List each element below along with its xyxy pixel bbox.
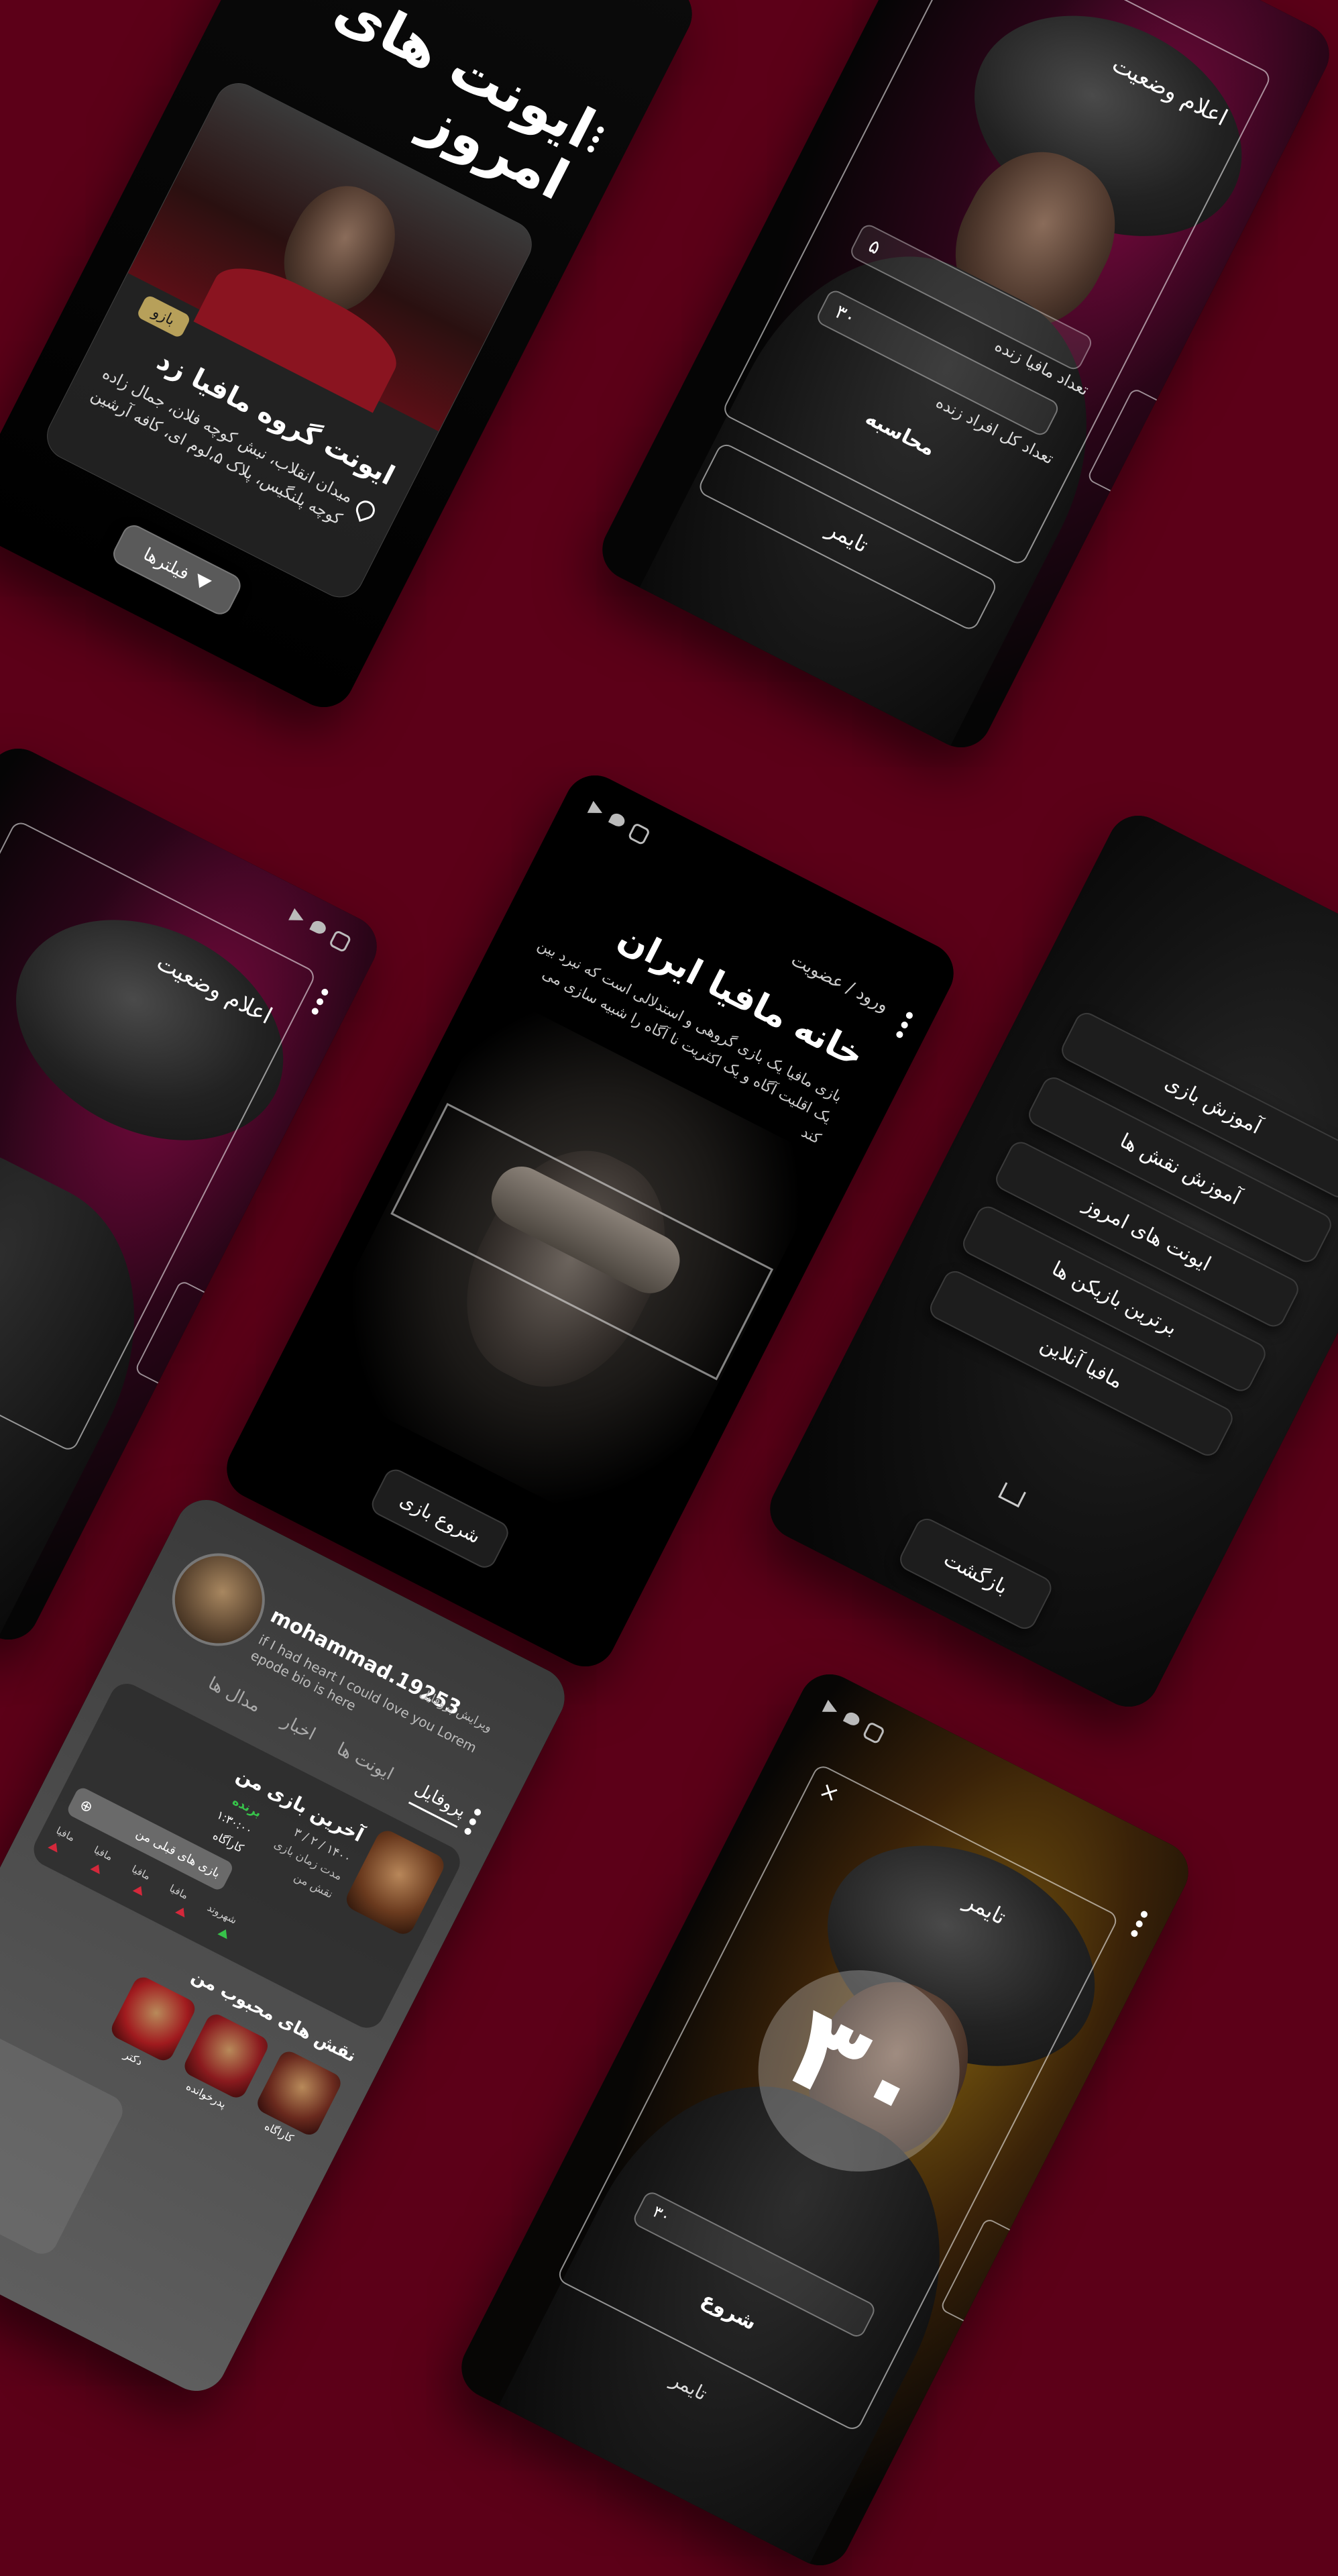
timer-screen: × تایمر ۳۰ ۳۰ شروع تایمر xyxy=(451,1664,1199,2576)
stat-down-marker xyxy=(132,1884,146,1896)
timer-big-number: ۳۰ xyxy=(767,1980,952,2162)
plus-icon: ⊕ xyxy=(76,1796,96,1817)
filter-icon xyxy=(192,574,213,592)
stat-down-marker xyxy=(48,1840,61,1853)
stat-header: مافیا xyxy=(167,1882,190,1902)
timer-title: تایمر xyxy=(960,1887,1011,1930)
filter-label: فیلترها xyxy=(140,544,192,585)
status-title: اعلام وضعیت xyxy=(1107,50,1232,132)
stat-header: مافیا xyxy=(54,1824,77,1844)
mafia-count-value: ۵ xyxy=(865,234,885,259)
status-left-title: اعلام وضعیت xyxy=(152,949,277,1030)
profile-screen: mohammad.19253 ویرایش پروفایل if I had h… xyxy=(0,1489,575,2402)
stat-header: مافیا xyxy=(129,1862,153,1883)
stat-down-marker xyxy=(90,1862,104,1874)
stat-down-marker xyxy=(175,1905,188,1918)
close-icon-timer[interactable]: × xyxy=(815,1776,844,1809)
alive-count-value: ۳۰ xyxy=(831,300,860,329)
stat-up-marker xyxy=(217,1927,231,1939)
timer-circle: ۳۰ xyxy=(723,1935,995,2206)
events-screen: ایونت های امروز بازو ایونت گروه مافیا زد… xyxy=(0,0,703,718)
location-icon xyxy=(353,498,378,522)
status-screen-top: × اعلام وضعیت ۵ تعداد مافیا زنده ۳۰ تعدا… xyxy=(592,0,1338,758)
timer-field-value: ۳۰ xyxy=(649,2202,674,2227)
stat-header: مافیا xyxy=(92,1843,115,1864)
